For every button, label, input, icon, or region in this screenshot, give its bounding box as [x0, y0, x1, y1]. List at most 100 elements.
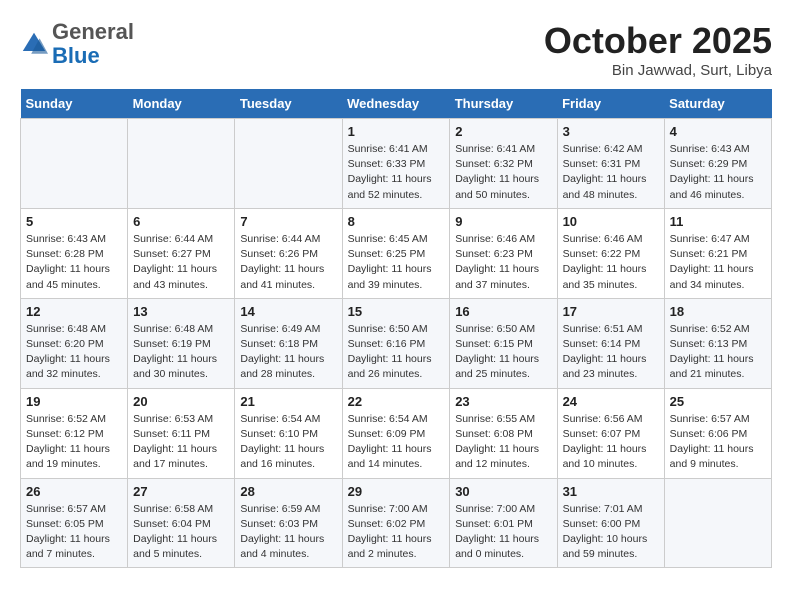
day-info: Sunrise: 6:49 AM Sunset: 6:18 PM Dayligh…: [240, 322, 336, 383]
day-number: 16: [455, 304, 551, 319]
calendar-cell: 23Sunrise: 6:55 AM Sunset: 6:08 PM Dayli…: [450, 388, 557, 478]
day-number: 21: [240, 394, 336, 409]
day-header-monday: Monday: [128, 89, 235, 119]
calendar-cell: 10Sunrise: 6:46 AM Sunset: 6:22 PM Dayli…: [557, 208, 664, 298]
calendar-cell: 15 Sunrise: 6:50 AM Sunset: 6:16 PM Dayli…: [342, 298, 450, 388]
day-number: 18: [670, 304, 766, 319]
calendar-cell: 30 Sunrise: 7:00 AM Sunset: 6:01 PM Dayli…: [450, 478, 557, 568]
calendar-cell: 1Sunrise: 6:41 AM Sunset: 6:33 PM Daylig…: [342, 119, 450, 209]
calendar-cell: 2Sunrise: 6:41 AM Sunset: 6:32 PM Daylig…: [450, 119, 557, 209]
day-number: 6: [133, 214, 229, 229]
calendar-cell: 3Sunrise: 6:42 AM Sunset: 6:31 PM Daylig…: [557, 119, 664, 209]
day-number: 22: [348, 394, 445, 409]
day-number: 28: [240, 484, 336, 499]
location-subtitle: Bin Jawwad, Surt, Libya: [544, 62, 772, 79]
calendar-cell: 5 Sunrise: 6:43 AM Sunset: 6:28 PM Daylig…: [21, 208, 128, 298]
calendar-cell: 14Sunrise: 6:49 AM Sunset: 6:18 PM Dayli…: [235, 298, 342, 388]
page-header: General Blue October 2025 Bin Jawwad, Su…: [20, 20, 772, 79]
calendar-cell: 12 Sunrise: 6:48 AM Sunset: 6:20 PM Dayli…: [21, 298, 128, 388]
calendar-cell: 24 Sunrise: 6:56 AM Sunset: 6:07 PM Dayli…: [557, 388, 664, 478]
calendar-cell: 19 Sunrise: 6:52 AM Sunset: 6:12 PM Dayli…: [21, 388, 128, 478]
day-number: 8: [348, 214, 445, 229]
title-block: October 2025 Bin Jawwad, Surt, Libya: [544, 20, 772, 79]
day-number: 5: [26, 214, 122, 229]
logo: General Blue: [20, 20, 134, 68]
day-number: 29: [348, 484, 445, 499]
day-info: Sunrise: 6:46 AM Sunset: 6:23 PM Dayligh…: [455, 232, 551, 293]
calendar-week-5: 26 Sunrise: 6:57 AM Sunset: 6:05 PM Dayli…: [21, 478, 772, 568]
day-number: 3: [563, 124, 659, 139]
day-number: 7: [240, 214, 336, 229]
calendar-cell: 11Sunrise: 6:47 AM Sunset: 6:21 PM Dayli…: [664, 208, 771, 298]
calendar-cell: [21, 119, 128, 209]
logo-icon: [20, 30, 48, 58]
day-info: Sunrise: 6:54 AM Sunset: 6:09 PM Dayligh…: [348, 412, 445, 473]
calendar-header-row: SundayMondayTuesdayWednesdayThursdayFrid…: [21, 89, 772, 119]
day-info: Sunrise: 6:45 AM Sunset: 6:25 PM Dayligh…: [348, 232, 445, 293]
day-info: Sunrise: 6:47 AM Sunset: 6:21 PM Dayligh…: [670, 232, 766, 293]
calendar-cell: 21 Sunrise: 6:54 AM Sunset: 6:10 PM Dayli…: [235, 388, 342, 478]
calendar-week-1: 1Sunrise: 6:41 AM Sunset: 6:33 PM Daylig…: [21, 119, 772, 209]
day-number: 25: [670, 394, 766, 409]
calendar-week-3: 12 Sunrise: 6:48 AM Sunset: 6:20 PM Dayli…: [21, 298, 772, 388]
day-info: Sunrise: 6:53 AM Sunset: 6:11 PM Dayligh…: [133, 412, 229, 473]
day-info: Sunrise: 6:50 AM Sunset: 6:15 PM Dayligh…: [455, 322, 551, 383]
day-info: Sunrise: 7:00 AM Sunset: 6:02 PM Dayligh…: [348, 502, 445, 563]
day-info: Sunrise: 6:54 AM Sunset: 6:10 PM Dayligh…: [240, 412, 336, 473]
calendar-cell: 6Sunrise: 6:44 AM Sunset: 6:27 PM Daylig…: [128, 208, 235, 298]
day-number: 30: [455, 484, 551, 499]
calendar-cell: 17 Sunrise: 6:51 AM Sunset: 6:14 PM Dayli…: [557, 298, 664, 388]
calendar-table: SundayMondayTuesdayWednesdayThursdayFrid…: [20, 89, 772, 568]
calendar-cell: 13Sunrise: 6:48 AM Sunset: 6:19 PM Dayli…: [128, 298, 235, 388]
calendar-cell: 8 Sunrise: 6:45 AM Sunset: 6:25 PM Daylig…: [342, 208, 450, 298]
day-number: 9: [455, 214, 551, 229]
day-info: Sunrise: 6:51 AM Sunset: 6:14 PM Dayligh…: [563, 322, 659, 383]
day-info: Sunrise: 6:57 AM Sunset: 6:05 PM Dayligh…: [26, 502, 122, 563]
day-info: Sunrise: 6:52 AM Sunset: 6:13 PM Dayligh…: [670, 322, 766, 383]
calendar-cell: 22 Sunrise: 6:54 AM Sunset: 6:09 PM Dayli…: [342, 388, 450, 478]
calendar-cell: 20Sunrise: 6:53 AM Sunset: 6:11 PM Dayli…: [128, 388, 235, 478]
day-info: Sunrise: 6:43 AM Sunset: 6:28 PM Dayligh…: [26, 232, 122, 293]
calendar-cell: 4Sunrise: 6:43 AM Sunset: 6:29 PM Daylig…: [664, 119, 771, 209]
calendar-cell: 31 Sunrise: 7:01 AM Sunset: 6:00 PM Dayli…: [557, 478, 664, 568]
calendar-cell: [664, 478, 771, 568]
day-info: Sunrise: 6:52 AM Sunset: 6:12 PM Dayligh…: [26, 412, 122, 473]
day-info: Sunrise: 7:01 AM Sunset: 6:00 PM Dayligh…: [563, 502, 659, 563]
calendar-cell: 28 Sunrise: 6:59 AM Sunset: 6:03 PM Dayli…: [235, 478, 342, 568]
day-number: 19: [26, 394, 122, 409]
day-info: Sunrise: 6:56 AM Sunset: 6:07 PM Dayligh…: [563, 412, 659, 473]
day-number: 13: [133, 304, 229, 319]
day-number: 23: [455, 394, 551, 409]
day-header-thursday: Thursday: [450, 89, 557, 119]
day-info: Sunrise: 7:00 AM Sunset: 6:01 PM Dayligh…: [455, 502, 551, 563]
day-number: 24: [563, 394, 659, 409]
day-number: 26: [26, 484, 122, 499]
calendar-cell: [235, 119, 342, 209]
calendar-cell: 9 Sunrise: 6:46 AM Sunset: 6:23 PM Daylig…: [450, 208, 557, 298]
day-number: 4: [670, 124, 766, 139]
day-info: Sunrise: 6:50 AM Sunset: 6:16 PM Dayligh…: [348, 322, 445, 383]
day-info: Sunrise: 6:59 AM Sunset: 6:03 PM Dayligh…: [240, 502, 336, 563]
day-number: 1: [348, 124, 445, 139]
day-number: 12: [26, 304, 122, 319]
day-number: 27: [133, 484, 229, 499]
day-header-sunday: Sunday: [21, 89, 128, 119]
month-title: October 2025: [544, 20, 772, 62]
day-info: Sunrise: 6:41 AM Sunset: 6:32 PM Dayligh…: [455, 142, 551, 203]
calendar-cell: [128, 119, 235, 209]
day-number: 10: [563, 214, 659, 229]
day-info: Sunrise: 6:58 AM Sunset: 6:04 PM Dayligh…: [133, 502, 229, 563]
logo-general-text: General: [52, 19, 134, 44]
day-header-tuesday: Tuesday: [235, 89, 342, 119]
logo-blue-text: Blue: [52, 43, 100, 68]
day-header-wednesday: Wednesday: [342, 89, 450, 119]
calendar-cell: 16 Sunrise: 6:50 AM Sunset: 6:15 PM Dayli…: [450, 298, 557, 388]
calendar-cell: 18 Sunrise: 6:52 AM Sunset: 6:13 PM Dayli…: [664, 298, 771, 388]
day-number: 31: [563, 484, 659, 499]
day-number: 17: [563, 304, 659, 319]
calendar-cell: 25 Sunrise: 6:57 AM Sunset: 6:06 PM Dayli…: [664, 388, 771, 478]
day-number: 15: [348, 304, 445, 319]
day-info: Sunrise: 6:44 AM Sunset: 6:26 PM Dayligh…: [240, 232, 336, 293]
day-info: Sunrise: 6:48 AM Sunset: 6:20 PM Dayligh…: [26, 322, 122, 383]
day-info: Sunrise: 6:57 AM Sunset: 6:06 PM Dayligh…: [670, 412, 766, 473]
